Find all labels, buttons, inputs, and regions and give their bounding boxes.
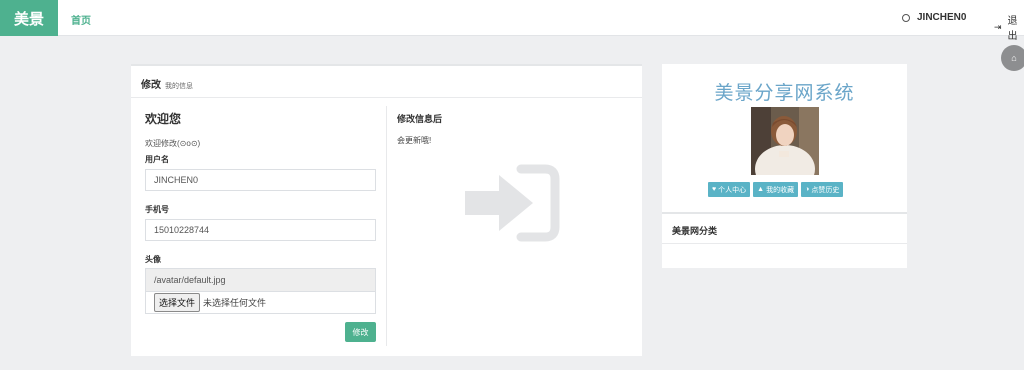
tag-like-history[interactable]: ◑ 点赞历史 xyxy=(801,182,844,197)
category-box: 美景网分类 xyxy=(662,212,907,244)
edit-info-panel: 修改 我的信息 欢迎您 欢迎修改(⊙o⊙) 用户名 手机号 头像 选择文件 未选… xyxy=(131,64,642,356)
avatar-label: 头像 xyxy=(145,255,161,264)
avatar xyxy=(751,107,819,175)
tag-label: 我的收藏 xyxy=(766,186,795,194)
welcome-subtitle: 欢迎修改(⊙o⊙) xyxy=(145,139,201,148)
tag-personal-center[interactable]: ♥ 个人中心 xyxy=(708,182,751,197)
column-divider xyxy=(386,106,387,346)
panel-subtitle: 我的信息 xyxy=(165,83,193,90)
username-label: 用户名 xyxy=(145,155,169,164)
home-icon: ⌂ xyxy=(1011,53,1017,63)
logout-link[interactable]: ⇥ 退出 xyxy=(994,12,1024,42)
panel-header: 修改 我的信息 xyxy=(131,66,642,98)
choose-file-button[interactable]: 选择文件 xyxy=(154,293,201,312)
avatar-file-picker: 选择文件 未选择任何文件 xyxy=(145,292,376,314)
phone-label: 手机号 xyxy=(145,205,169,214)
tag-label: 点赞历史 xyxy=(811,186,840,194)
save-button[interactable]: 修改 xyxy=(345,322,376,342)
edit-form: 欢迎您 欢迎修改(⊙o⊙) 用户名 手机号 头像 选择文件 未选择任何文件 修改 xyxy=(145,110,377,342)
thumbs-up-icon: ▲ xyxy=(757,186,765,193)
top-navbar: 美景 首页 JINCHEN0 ⇥ 退出 xyxy=(0,0,1024,42)
float-home-button[interactable]: ⌂ xyxy=(1001,45,1024,71)
half-circle-icon: ◑ xyxy=(805,186,810,193)
system-title: 美景分享网系统 xyxy=(714,83,855,104)
sign-in-icon xyxy=(465,164,560,242)
brand-logo[interactable]: 美景 xyxy=(0,0,58,36)
profile-card: 美景分享网系统 ♥ 个人中心 ▲ 我的收藏 ◑ 点赞历史 美景网分类 xyxy=(662,64,907,268)
nav-home-link[interactable]: 首页 xyxy=(71,12,91,27)
nav-user-menu[interactable]: JINCHEN0 xyxy=(902,12,966,23)
info-subtitle: 会更新哦! xyxy=(397,136,432,145)
info-title: 修改信息后 xyxy=(397,114,443,124)
user-circle-icon xyxy=(902,13,910,22)
welcome-title: 欢迎您 xyxy=(145,112,182,126)
avatar-path-input[interactable] xyxy=(145,268,376,292)
sign-out-icon: ⇥ xyxy=(994,21,1002,32)
file-status: 未选择任何文件 xyxy=(203,298,267,308)
profile-tags: ♥ 个人中心 ▲ 我的收藏 ◑ 点赞历史 xyxy=(708,182,844,197)
heart-icon: ♥ xyxy=(712,186,717,193)
logout-label: 退出 xyxy=(1007,16,1018,42)
username-input[interactable] xyxy=(145,169,376,191)
tag-label: 个人中心 xyxy=(718,186,747,194)
panel-title: 修改 xyxy=(141,80,161,91)
phone-input[interactable] xyxy=(145,219,376,241)
nav-username: JINCHEN0 xyxy=(917,12,967,23)
tag-my-favorites[interactable]: ▲ 我的收藏 xyxy=(753,182,799,197)
category-title: 美景网分类 xyxy=(662,214,907,244)
info-column: 修改信息后 会更新哦! xyxy=(397,112,442,146)
